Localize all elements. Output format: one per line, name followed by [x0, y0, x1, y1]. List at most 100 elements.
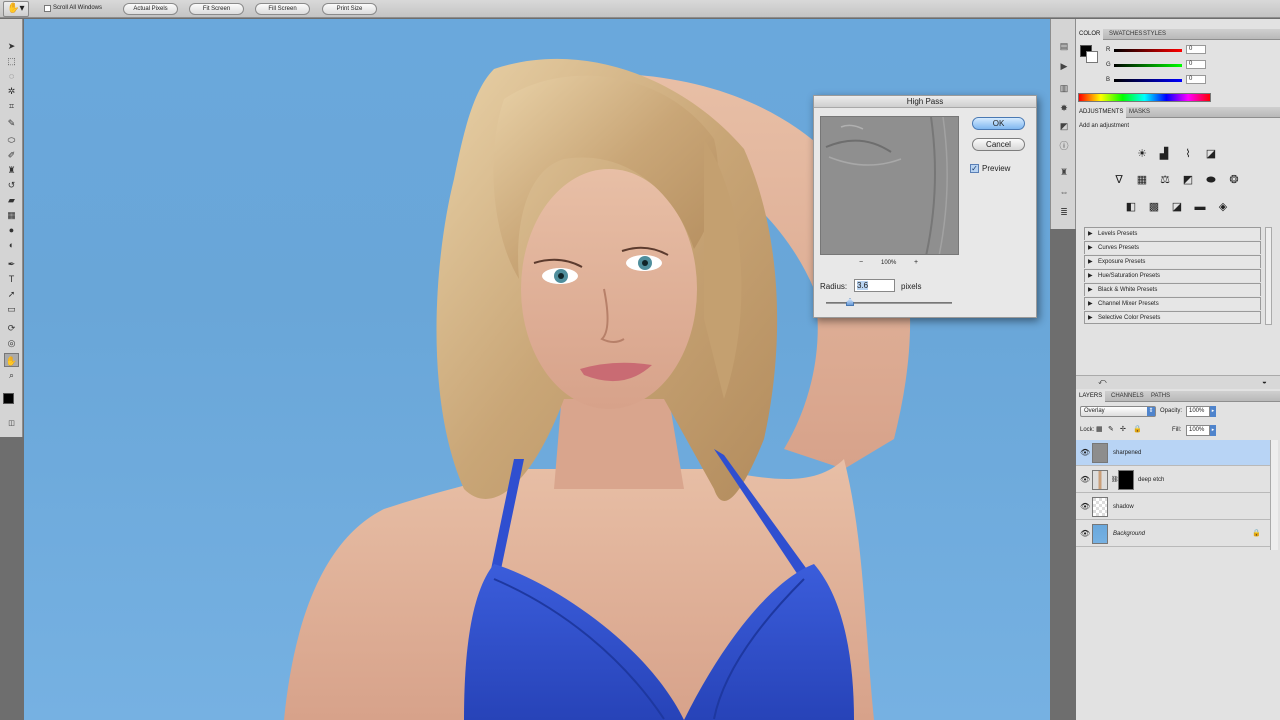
- blend-mode-select[interactable]: Overlay ⇕: [1080, 406, 1156, 417]
- channel-mixer-icon[interactable]: ❂: [1226, 172, 1242, 188]
- channel-b-input[interactable]: 0: [1186, 75, 1206, 84]
- channel-b-slider[interactable]: [1114, 79, 1182, 82]
- posterize-icon[interactable]: ▩: [1146, 199, 1162, 215]
- radius-input[interactable]: 3.6: [854, 279, 895, 292]
- quick-mask-icon[interactable]: ◫: [4, 417, 19, 431]
- preview-checkbox[interactable]: ✓: [970, 164, 979, 173]
- brush-tool-icon[interactable]: ✐: [4, 148, 19, 162]
- lock-image-icon[interactable]: ✎: [1108, 425, 1114, 433]
- tab-color[interactable]: COLOR: [1076, 29, 1104, 40]
- quick-select-tool-icon[interactable]: ✲: [4, 84, 19, 98]
- layer-row-sharpened[interactable]: 👁 sharpened: [1076, 440, 1270, 466]
- shape-tool-icon[interactable]: ▭: [4, 302, 19, 316]
- opacity-input[interactable]: 100%: [1186, 406, 1210, 417]
- info-panel-icon[interactable]: ⓘ: [1057, 139, 1071, 153]
- vibrance-icon[interactable]: ∇: [1111, 172, 1127, 188]
- brightness-contrast-icon[interactable]: ☀: [1134, 146, 1150, 162]
- zoom-tool-icon[interactable]: ⌕: [4, 368, 19, 382]
- visibility-eye-icon[interactable]: 👁: [1080, 448, 1090, 457]
- healing-brush-tool-icon[interactable]: ⬭: [4, 133, 19, 147]
- paragraph-panel-icon[interactable]: ≣: [1057, 205, 1071, 219]
- tab-styles[interactable]: STYLES: [1140, 29, 1169, 40]
- layer-row-background[interactable]: 👁 Background 🔒: [1076, 521, 1270, 547]
- exposure-icon[interactable]: ◪: [1203, 146, 1219, 162]
- layer-row-shadow[interactable]: 👁 shadow: [1076, 494, 1270, 520]
- preset-curves[interactable]: ▶ Curves Presets: [1084, 241, 1261, 254]
- preset-black-white[interactable]: ▶ Black & White Presets: [1084, 283, 1261, 296]
- character-panel-icon[interactable]: ⇔: [1057, 185, 1071, 199]
- curves-icon[interactable]: ⌇: [1180, 146, 1196, 162]
- black-white-icon[interactable]: ◩: [1180, 172, 1196, 188]
- tab-adjustments[interactable]: ADJUSTMENTS: [1076, 107, 1127, 118]
- eyedropper-tool-icon[interactable]: ✎: [4, 116, 19, 130]
- fit-screen-button[interactable]: Fit Screen: [189, 3, 244, 15]
- 3d-rotate-tool-icon[interactable]: ⟳: [4, 321, 19, 335]
- layers-scrollbar[interactable]: [1270, 440, 1278, 550]
- fill-arrow-icon[interactable]: ▸: [1210, 425, 1216, 436]
- lock-transparent-icon[interactable]: ▦: [1096, 425, 1103, 433]
- actual-pixels-button[interactable]: Actual Pixels: [123, 3, 178, 15]
- visibility-eye-icon[interactable]: 👁: [1080, 502, 1090, 511]
- adjustments-clip-icon[interactable]: ◒: [1262, 377, 1267, 386]
- dodge-tool-icon[interactable]: ◐: [4, 238, 19, 252]
- fill-input[interactable]: 100%: [1186, 425, 1210, 436]
- threshold-icon[interactable]: ◪: [1169, 199, 1185, 215]
- pen-tool-icon[interactable]: ✒: [4, 257, 19, 271]
- selective-color-icon[interactable]: ◈: [1215, 199, 1231, 215]
- marquee-tool-icon[interactable]: ⬚: [4, 54, 19, 68]
- lasso-tool-icon[interactable]: ◌: [4, 69, 19, 83]
- foreground-color-swatch[interactable]: [3, 393, 14, 404]
- opacity-arrow-icon[interactable]: ▸: [1210, 406, 1216, 417]
- tab-paths[interactable]: PATHS: [1148, 391, 1173, 402]
- channel-r-slider[interactable]: [1114, 49, 1182, 52]
- invert-icon[interactable]: ◧: [1123, 199, 1139, 215]
- hand-tool-icon[interactable]: ✋: [4, 353, 19, 367]
- preset-hue-saturation[interactable]: ▶ Hue/Saturation Presets: [1084, 269, 1261, 282]
- fill-screen-button[interactable]: Fill Screen: [255, 3, 310, 15]
- visibility-eye-icon[interactable]: 👁: [1080, 475, 1090, 484]
- presets-scrollbar[interactable]: [1265, 227, 1272, 325]
- photo-filter-icon[interactable]: ⬬: [1203, 172, 1219, 188]
- dialog-title[interactable]: High Pass: [814, 96, 1036, 108]
- channel-g-slider[interactable]: [1114, 64, 1182, 67]
- high-pass-preview[interactable]: [820, 116, 959, 255]
- clone-stamp-tool-icon[interactable]: ♜: [4, 163, 19, 177]
- preset-selective-color[interactable]: ▶ Selective Color Presets: [1084, 311, 1261, 324]
- path-select-tool-icon[interactable]: ➚: [4, 287, 19, 301]
- layer-mask-thumbnail[interactable]: [1118, 470, 1134, 490]
- preset-channel-mixer[interactable]: ▶ Channel Mixer Presets: [1084, 297, 1261, 310]
- background-color-chip[interactable]: [1086, 51, 1098, 63]
- zoom-out-button[interactable]: −: [859, 259, 863, 266]
- tab-channels[interactable]: CHANNELS: [1108, 391, 1147, 402]
- adjustments-return-icon[interactable]: ⤺: [1098, 377, 1107, 387]
- actions-panel-icon[interactable]: ▶: [1057, 59, 1071, 73]
- lock-all-icon[interactable]: 🔒: [1133, 425, 1142, 433]
- scroll-all-windows-checkbox[interactable]: [44, 5, 51, 12]
- levels-icon[interactable]: ▟: [1156, 146, 1172, 162]
- tab-masks[interactable]: MASKS: [1126, 107, 1153, 118]
- cancel-button[interactable]: Cancel: [972, 138, 1025, 151]
- ok-button[interactable]: OK: [972, 117, 1025, 130]
- blur-tool-icon[interactable]: ●: [4, 223, 19, 237]
- tab-layers[interactable]: LAYERS: [1076, 391, 1106, 402]
- tool-presets-icon[interactable]: ♜: [1057, 165, 1071, 179]
- history-brush-tool-icon[interactable]: ↺: [4, 178, 19, 192]
- color-spectrum-bar[interactable]: [1078, 93, 1211, 102]
- preset-levels[interactable]: ▶ Levels Presets: [1084, 227, 1261, 240]
- print-size-button[interactable]: Print Size: [322, 3, 377, 15]
- history-panel-icon[interactable]: ▤: [1057, 39, 1071, 53]
- hue-saturation-icon[interactable]: ▦: [1134, 172, 1150, 188]
- layer-row-deep-etch[interactable]: 👁 ⛓ deep etch: [1076, 467, 1270, 493]
- type-tool-icon[interactable]: T: [4, 272, 19, 286]
- zoom-in-button[interactable]: +: [914, 259, 918, 266]
- clone-source-panel-icon[interactable]: ◩: [1057, 119, 1071, 133]
- visibility-eye-icon[interactable]: 👁: [1080, 529, 1090, 538]
- preset-exposure[interactable]: ▶ Exposure Presets: [1084, 255, 1261, 268]
- crop-tool-icon[interactable]: ⌗: [4, 99, 19, 113]
- channel-r-input[interactable]: 0: [1186, 45, 1206, 54]
- radius-slider-thumb[interactable]: [846, 298, 854, 306]
- gradient-map-icon[interactable]: ▬: [1192, 199, 1208, 215]
- brushes-panel-icon[interactable]: ✸: [1057, 101, 1071, 115]
- navigator-panel-icon[interactable]: ▥: [1057, 81, 1071, 95]
- radius-slider-track[interactable]: [826, 302, 952, 304]
